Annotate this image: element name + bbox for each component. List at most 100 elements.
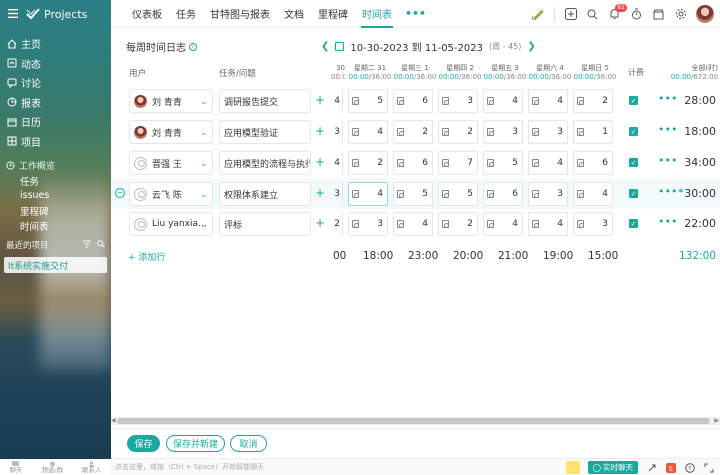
search-icon[interactable] (586, 8, 599, 21)
note-icon[interactable] (442, 128, 449, 136)
hour-cell[interactable]: 4 (528, 212, 568, 236)
sidebar-item-discussion[interactable]: 讨论 (0, 73, 111, 93)
hour-value[interactable]: 4 (557, 158, 563, 168)
hour-value[interactable]: 4 (602, 189, 608, 199)
hour-value[interactable]: 5 (467, 189, 473, 199)
row-more-options-icon[interactable]: ••• (658, 123, 677, 136)
note-icon[interactable] (352, 159, 359, 167)
hour-cell[interactable]: 4 (573, 182, 613, 206)
note-icon[interactable] (397, 128, 404, 136)
note-icon[interactable] (352, 190, 359, 198)
add-task-icon[interactable]: + (315, 125, 325, 137)
filter-icon[interactable] (83, 240, 91, 251)
task-select[interactable]: 应用模型验证 (219, 120, 311, 144)
hour-cell[interactable]: 3 (528, 120, 568, 144)
hour-value[interactable]: 4 (512, 219, 518, 229)
next-week-icon[interactable]: ❯ (527, 41, 535, 52)
add-icon[interactable] (564, 8, 577, 21)
user-select[interactable]: 云飞 陈 ⌄ (129, 182, 213, 206)
hour-value[interactable]: 6 (422, 158, 428, 168)
sidebar-item-home[interactable]: 主页 (0, 34, 111, 54)
search-icon[interactable] (97, 239, 105, 251)
hour-value[interactable]: 2 (467, 127, 473, 137)
hour-value[interactable]: 3 (377, 219, 383, 229)
help-icon[interactable]: ? (684, 462, 695, 473)
hour-value[interactable]: 2 (602, 96, 608, 106)
hour-value[interactable]: 6 (602, 158, 608, 168)
billable-checkbox[interactable]: ✓ (629, 96, 638, 105)
user-avatar[interactable] (696, 5, 714, 23)
hour-cell[interactable]: 4 (528, 89, 568, 113)
note-icon[interactable] (442, 159, 449, 167)
hour-cell[interactable]: 2 (438, 120, 478, 144)
add-task-icon[interactable]: + (315, 156, 325, 168)
user-select[interactable]: 刘 青青 ⌄ (129, 89, 213, 113)
settings-gear-icon[interactable] (674, 8, 687, 21)
chat-input-placeholder[interactable]: 点击这里，或按（Ctrl + Space）开始智能聊天 (115, 462, 264, 472)
hour-cell[interactable]: 6 (393, 89, 433, 113)
billable-checkbox[interactable]: ✓ (629, 189, 638, 198)
note-icon[interactable] (577, 128, 584, 136)
recent-project-item[interactable]: It系统实施交付 (4, 257, 107, 273)
note-icon[interactable] (487, 190, 494, 198)
footer-channels[interactable]: 频道/群 (41, 461, 63, 473)
chevron-down-icon[interactable]: ⌄ (200, 97, 207, 106)
hour-value[interactable]: 4 (377, 189, 383, 199)
hour-value[interactable]: 4 (557, 96, 563, 106)
sidebar-subitem-timesheet[interactable]: 时间表 (0, 218, 111, 233)
hour-cell[interactable]: 3 (483, 120, 523, 144)
note-icon[interactable] (532, 220, 539, 228)
info-icon[interactable]: i (189, 42, 197, 51)
tab-milestones[interactable]: 里程碑 (311, 0, 355, 28)
hour-value[interactable]: 5 (512, 158, 518, 168)
note-icon[interactable] (352, 220, 359, 228)
note-icon[interactable] (397, 97, 404, 105)
sidebar-item-reports[interactable]: 报表 (0, 93, 111, 113)
hour-value[interactable]: 4 (557, 219, 563, 229)
add-row-button[interactable]: + 添加行 (128, 250, 165, 263)
notification-bell-icon[interactable]: 81 (608, 3, 627, 21)
footer-contacts[interactable]: 联系人 (82, 461, 102, 473)
sidebar-item-calendar[interactable]: 日历 (0, 112, 111, 132)
add-task-icon[interactable]: + (315, 187, 325, 199)
hour-value[interactable]: 6 (422, 96, 428, 106)
cancel-button[interactable]: 取消 (230, 435, 267, 452)
hour-cell[interactable]: 1 (573, 120, 613, 144)
task-select[interactable]: 应用模型的流程与执行 (219, 151, 311, 175)
hour-value[interactable]: 5 (422, 189, 428, 199)
tab-tasks[interactable]: 任务 (169, 0, 203, 28)
note-icon[interactable] (397, 159, 404, 167)
hour-cell[interactable]: 3 (438, 89, 478, 113)
note-icon[interactable] (532, 128, 539, 136)
note-icon[interactable] (577, 159, 584, 167)
task-select[interactable]: 调研报告提交 (219, 89, 311, 113)
sidebar-section-work-overview[interactable]: 工作概览 (0, 157, 111, 173)
scroll-left-icon[interactable]: ◀ (111, 417, 116, 425)
rocket-icon[interactable] (646, 462, 657, 473)
store-icon[interactable] (652, 8, 665, 21)
task-select[interactable]: 权限体系建立 (219, 182, 311, 206)
add-task-icon[interactable]: + (315, 94, 325, 106)
hour-value[interactable]: 3 (512, 127, 518, 137)
hour-cell[interactable]: 4 (528, 151, 568, 175)
hour-cell[interactable]: 4 (348, 182, 388, 206)
brand-name[interactable]: Projects (44, 8, 87, 21)
note-icon[interactable] (577, 190, 584, 198)
calendar-picker-icon[interactable] (335, 42, 345, 51)
note-icon[interactable] (577, 97, 584, 105)
pen-icon[interactable]: L (532, 8, 545, 21)
save-button[interactable]: 保存 (127, 435, 160, 452)
note-icon[interactable] (442, 190, 449, 198)
hour-cell[interactable]: 6 (393, 151, 433, 175)
tab-gantt-reports[interactable]: 甘特图与报表 (203, 0, 277, 28)
hour-cell[interactable]: 2 (573, 89, 613, 113)
hour-value[interactable]: 4 (512, 96, 518, 106)
row-more-options-icon[interactable]: ••• (658, 154, 677, 167)
chevron-down-icon[interactable]: ⌄ (200, 190, 207, 199)
smart-chat-bar[interactable]: 点击这里，或按（Ctrl + Space）开始智能聊天 ◯ 实时聊天 S ? (111, 458, 720, 475)
tab-timesheet[interactable]: 时间表 (355, 0, 399, 28)
hour-value[interactable]: 3 (602, 219, 608, 229)
hour-cell[interactable]: 3 (348, 212, 388, 236)
chevron-down-icon[interactable]: ⌄ (200, 220, 207, 229)
save-and-new-button[interactable]: 保存并新建 (166, 435, 225, 452)
